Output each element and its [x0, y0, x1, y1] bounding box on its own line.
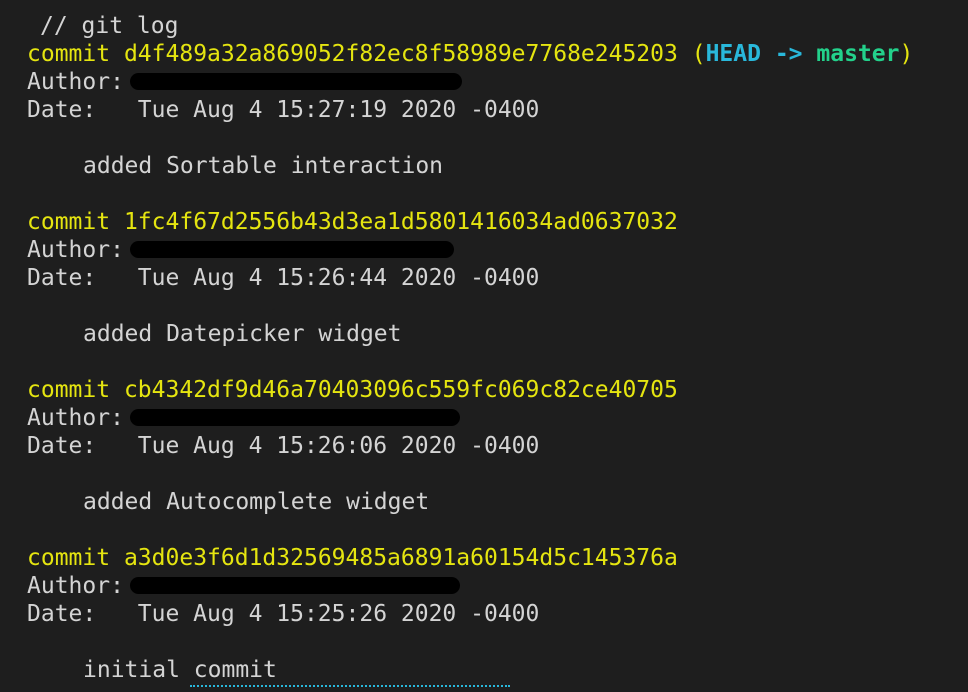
- commit-line: commit cb4342df9d46a70403096c559fc069c82…: [0, 376, 968, 404]
- date-label: Date:: [27, 265, 97, 291]
- commit-keyword: commit: [27, 209, 111, 235]
- commit-line: commit d4f489a32a869052f82ec8f58989e7768…: [0, 40, 968, 68]
- commit-message: added Sortable interaction: [83, 153, 444, 179]
- author-line: Author:: [0, 236, 968, 264]
- author-line: Author:: [0, 572, 968, 600]
- commit-keyword: commit: [27, 377, 111, 403]
- commit-message: initial commit: [83, 657, 277, 683]
- date-line: Date: Tue Aug 4 15:27:19 2020 -0400: [0, 96, 968, 124]
- prompt-path-fragment: [190, 685, 510, 689]
- cut-off-prompt-line: [30, 685, 550, 692]
- date-line: Date: Tue Aug 4 15:26:44 2020 -0400: [0, 264, 968, 292]
- date-label: Date:: [27, 97, 97, 123]
- command-text: // git log: [40, 13, 179, 39]
- author-label: Author:: [27, 573, 124, 599]
- date-line: Date: Tue Aug 4 15:26:06 2020 -0400: [0, 432, 968, 460]
- author-label: Author:: [27, 237, 124, 263]
- date-label: Date:: [27, 601, 97, 627]
- terminal-window[interactable]: // git log commit d4f489a32a869052f82ec8…: [0, 0, 968, 692]
- commit-keyword: commit: [27, 545, 111, 571]
- author-line: Author:: [0, 68, 968, 96]
- commit-keyword: commit: [27, 41, 111, 67]
- date-value: Tue Aug 4 15:27:19 2020 -0400: [137, 97, 540, 123]
- author-label: Author:: [27, 405, 124, 431]
- redacted-author: [129, 577, 460, 594]
- date-line: Date: Tue Aug 4 15:25:26 2020 -0400: [0, 600, 968, 628]
- author-label: Author:: [27, 69, 124, 95]
- date-value: Tue Aug 4 15:25:26 2020 -0400: [137, 601, 540, 627]
- commit-hash[interactable]: d4f489a32a869052f82ec8f58989e7768e245203: [124, 41, 678, 67]
- commit-hash[interactable]: a3d0e3f6d1d32569485a6891a60154d5c145376a: [124, 545, 678, 571]
- author-line: Author:: [0, 404, 968, 432]
- commit-message: added Autocomplete widget: [83, 489, 430, 515]
- branch-ref: master: [816, 41, 900, 67]
- command-line: // git log: [0, 12, 968, 40]
- redacted-author: [129, 241, 454, 258]
- redacted-author: [129, 409, 460, 426]
- ref-arrow: ->: [774, 41, 803, 67]
- ref-close-paren: ): [899, 41, 914, 67]
- date-value: Tue Aug 4 15:26:44 2020 -0400: [137, 265, 540, 291]
- commit-line: commit 1fc4f67d2556b43d3ea1d5801416034ad…: [0, 208, 968, 236]
- date-value: Tue Aug 4 15:26:06 2020 -0400: [137, 433, 540, 459]
- redacted-author: [129, 73, 462, 90]
- ref-open-paren: (: [691, 41, 706, 67]
- date-label: Date:: [27, 433, 97, 459]
- commit-hash[interactable]: 1fc4f67d2556b43d3ea1d5801416034ad0637032: [124, 209, 678, 235]
- commit-line: commit a3d0e3f6d1d32569485a6891a60154d5c…: [0, 544, 968, 572]
- head-ref: HEAD: [705, 41, 761, 67]
- commit-message: added Datepicker widget: [83, 321, 402, 347]
- commit-hash[interactable]: cb4342df9d46a70403096c559fc069c82ce40705: [124, 377, 678, 403]
